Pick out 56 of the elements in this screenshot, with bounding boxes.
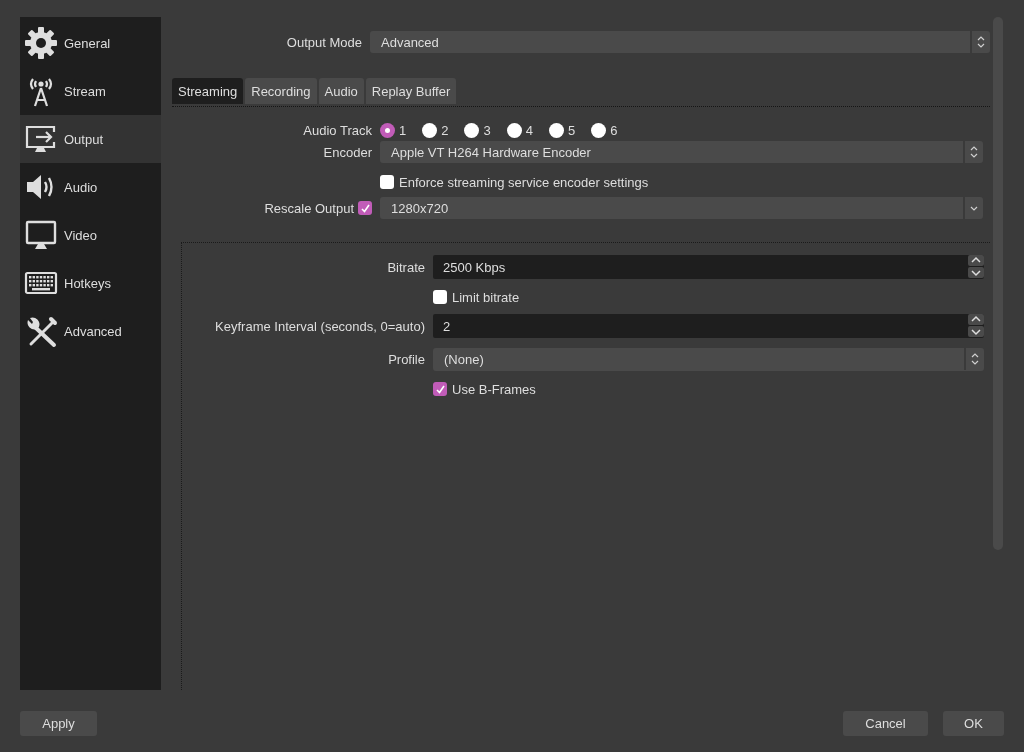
checkbox-label: Limit bitrate: [452, 289, 520, 305]
field-label: Rescale Output: [264, 200, 354, 216]
dropdown[interactable]: (None): [433, 348, 984, 371]
radio-label: 1: [399, 122, 407, 138]
field-label: Output Mode: [285, 34, 362, 50]
ok-button[interactable]: OK: [943, 711, 1004, 736]
sidebar-item[interactable]: Video: [20, 211, 161, 259]
sidebar-item[interactable]: General: [20, 19, 161, 67]
dropdown[interactable]: 1280x720: [380, 197, 983, 219]
spin-field[interactable]: 2: [433, 314, 984, 338]
radio-label: 3: [483, 122, 491, 138]
up-down-chevron-icon: [977, 36, 985, 48]
field-label: Keyframe Interval (seconds, 0=auto): [214, 318, 425, 334]
radio-label: 4: [525, 122, 533, 138]
sidebar-item[interactable]: Output: [20, 115, 161, 163]
radio-button[interactable]: [548, 122, 564, 138]
checkbox[interactable]: [433, 382, 447, 396]
sidebar-item[interactable]: Audio: [20, 163, 161, 211]
checkbox[interactable]: [358, 201, 372, 215]
chevron-down-icon: [970, 205, 978, 211]
dropdown[interactable]: Advanced: [370, 31, 990, 53]
radio-button[interactable]: [591, 122, 607, 138]
tab[interactable]: Replay Buffer: [365, 78, 457, 104]
chevron-up-icon[interactable]: [968, 255, 984, 266]
chevron-down-icon[interactable]: [968, 326, 984, 337]
field-label: Audio Track: [302, 122, 372, 138]
radio-label: 5: [567, 122, 576, 138]
checkbox-label: Use B-Frames: [452, 381, 536, 397]
radio-label: 6: [610, 122, 618, 138]
monitor-icon: [24, 218, 58, 252]
chevron-up-icon[interactable]: [968, 314, 984, 325]
chevron-down-icon[interactable]: [968, 267, 984, 278]
radio-label: 2: [441, 122, 449, 138]
field-label: Bitrate: [386, 259, 425, 275]
apply-button[interactable]: Apply: [20, 711, 97, 736]
tab[interactable]: Recording: [245, 78, 317, 104]
checkbox[interactable]: [433, 290, 447, 304]
up-down-chevron-icon: [971, 353, 979, 365]
field-label: Profile: [387, 352, 425, 367]
radio-button[interactable]: [464, 122, 480, 138]
checkbox-label: Enforce streaming service encoder settings: [399, 174, 649, 190]
up-down-chevron-icon: [970, 146, 978, 158]
checkbox[interactable]: [380, 175, 394, 189]
dropdown[interactable]: Apple VT H264 Hardware Encoder: [380, 141, 983, 163]
tab[interactable]: Streaming: [172, 78, 244, 104]
gear-icon: [24, 26, 58, 60]
spin-field[interactable]: 2500 Kbps: [433, 255, 984, 279]
cancel-button[interactable]: Cancel: [843, 711, 928, 736]
sidebar-item[interactable]: Hotkeys: [20, 259, 161, 307]
radio-button[interactable]: [380, 122, 395, 138]
sidebar-item[interactable]: Advanced: [20, 307, 161, 355]
field-label: Encoder: [322, 144, 372, 160]
radio-button[interactable]: [422, 122, 438, 138]
tab[interactable]: Audio: [318, 78, 364, 104]
sidebar-item[interactable]: Stream: [20, 67, 161, 115]
radio-button[interactable]: [506, 122, 522, 138]
